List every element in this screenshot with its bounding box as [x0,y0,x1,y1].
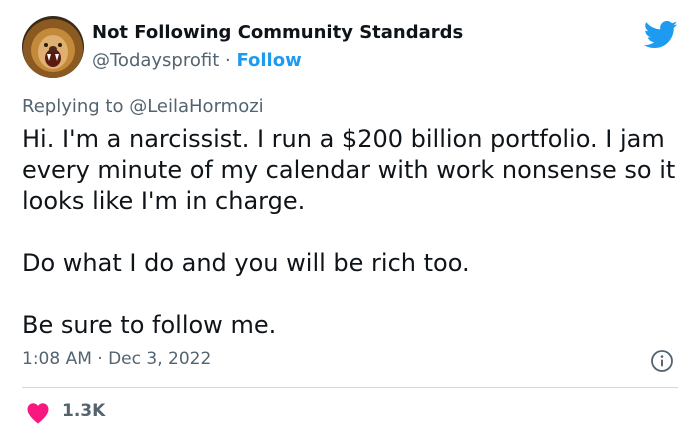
twitter-bird-icon[interactable] [643,20,678,50]
display-name[interactable]: Not Following Community Standards [92,22,463,43]
replying-to: Replying to @LeilaHormozi [22,96,264,117]
heart-icon[interactable] [26,402,50,424]
tweet-text: Hi. I'm a narcissist. I run a $200 billi… [22,124,682,341]
tweet-paragraph-1: Hi. I'm a narcissist. I run a $200 billi… [22,125,676,215]
author-handle[interactable]: @Todaysprofit [92,50,219,71]
handle-row: @Todaysprofit · Follow [92,50,302,71]
lion-avatar-icon [22,16,84,78]
reply-handle-link[interactable]: @LeilaHormozi [129,96,263,117]
separator: · [219,50,237,71]
tweet-paragraph-2: Do what I do and you will be rich too. [22,249,470,277]
like-count[interactable]: 1.3K [62,401,105,421]
avatar[interactable] [22,16,84,78]
divider [22,387,678,388]
tweet-paragraph-3: Be sure to follow me. [22,311,277,339]
info-icon[interactable] [650,349,674,373]
tweet-timestamp[interactable]: 1:08 AM · Dec 3, 2022 [22,349,211,369]
follow-button[interactable]: Follow [236,50,301,71]
replying-to-prefix: Replying to [22,96,130,117]
